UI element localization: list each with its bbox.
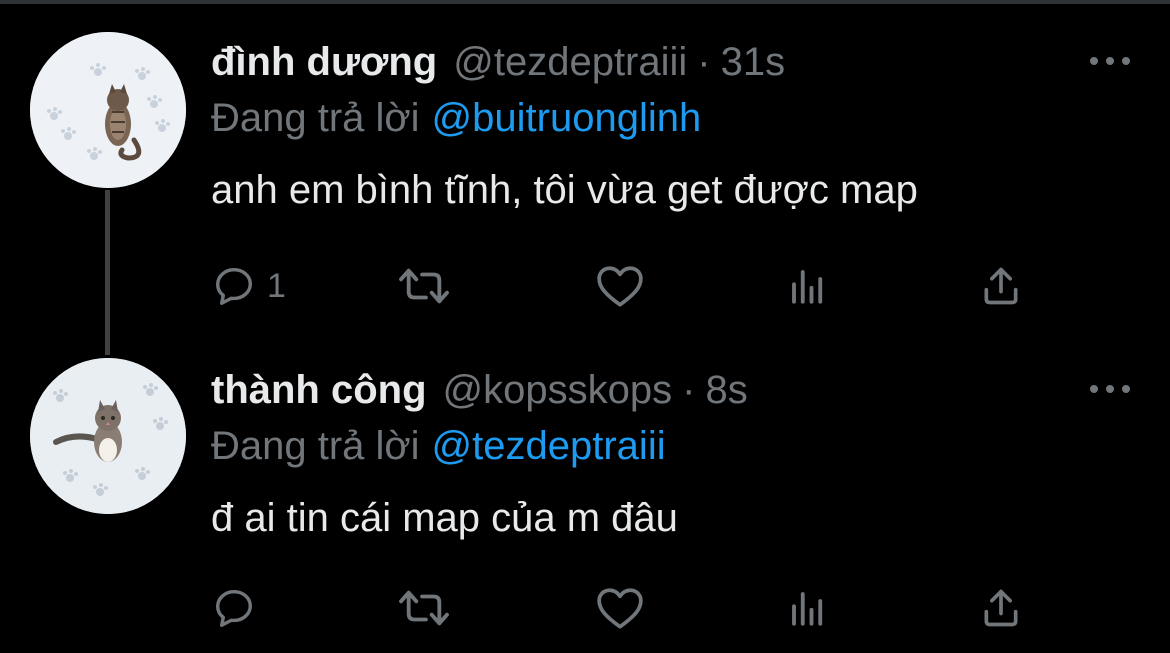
replying-to: Đang trả lời @buitruonglinh xyxy=(211,94,1130,142)
tweet-header: đình dương @tezdeptraiii · 31s xyxy=(211,38,1130,86)
avatar[interactable] xyxy=(30,32,186,188)
more-dots-icon[interactable] xyxy=(1090,48,1130,74)
action-bar xyxy=(211,580,1041,636)
replying-label: Đang trả lời xyxy=(211,424,420,468)
display-name[interactable]: thành công xyxy=(211,366,427,414)
replying-to: Đang trả lời @tezdeptraiii xyxy=(211,422,1130,470)
reply-icon xyxy=(215,589,253,627)
reply-button[interactable]: 1 xyxy=(211,258,286,314)
retweet-icon xyxy=(399,268,449,304)
views-button[interactable] xyxy=(787,258,829,314)
tweet-text: anh em bình tĩnh, tôi vừa get được map xyxy=(211,168,918,212)
like-button[interactable] xyxy=(595,258,645,314)
views-bar-chart-icon xyxy=(792,592,823,626)
cat-in-snow-avatar-icon xyxy=(30,32,186,188)
tweet[interactable]: đình dương @tezdeptraiii · 31s Đang trả … xyxy=(0,0,1170,340)
retweet-icon xyxy=(399,590,449,626)
tweet-header: thành công @kopsskops · 8s xyxy=(211,366,1130,414)
retweet-button[interactable] xyxy=(397,580,451,636)
share-icon xyxy=(984,267,1018,305)
reply-button[interactable] xyxy=(211,580,267,636)
more-dots-icon[interactable] xyxy=(1090,376,1130,402)
tweet-content: đình dương @tezdeptraiii · 31s Đang trả … xyxy=(211,38,1130,214)
timestamp[interactable]: 8s xyxy=(705,366,747,414)
views-button[interactable] xyxy=(787,580,829,636)
display-name[interactable]: đình dương xyxy=(211,38,437,86)
replying-mention-link[interactable]: @tezdeptraiii xyxy=(432,424,666,468)
share-icon xyxy=(984,589,1018,627)
retweet-button[interactable] xyxy=(397,258,451,314)
avatar[interactable] xyxy=(30,358,186,514)
replying-label: Đang trả lời xyxy=(211,96,420,140)
cat-in-snow-avatar-icon xyxy=(30,358,186,514)
like-button[interactable] xyxy=(595,580,645,636)
heart-icon xyxy=(597,266,643,307)
tweet-text: đ ai tin cái map của m đâu xyxy=(211,496,678,540)
tweet[interactable]: thành công @kopsskops · 8s Đang trả lời @… xyxy=(0,340,1170,653)
handle[interactable]: @tezdeptraiii xyxy=(453,38,687,86)
reply-count: 1 xyxy=(267,267,286,305)
separator-dot: · xyxy=(682,368,696,412)
reply-icon xyxy=(215,267,253,305)
tweet-content: thành công @kopsskops · 8s Đang trả lời @… xyxy=(211,366,1130,542)
share-button[interactable] xyxy=(979,258,1023,314)
share-button[interactable] xyxy=(979,580,1023,636)
separator-dot: · xyxy=(697,40,711,84)
replying-mention-link[interactable]: @buitruonglinh xyxy=(432,96,702,140)
timestamp[interactable]: 31s xyxy=(721,38,786,86)
views-bar-chart-icon xyxy=(792,270,823,304)
heart-icon xyxy=(597,588,643,629)
action-bar: 1 xyxy=(211,258,1041,314)
handle[interactable]: @kopsskops xyxy=(443,366,673,414)
